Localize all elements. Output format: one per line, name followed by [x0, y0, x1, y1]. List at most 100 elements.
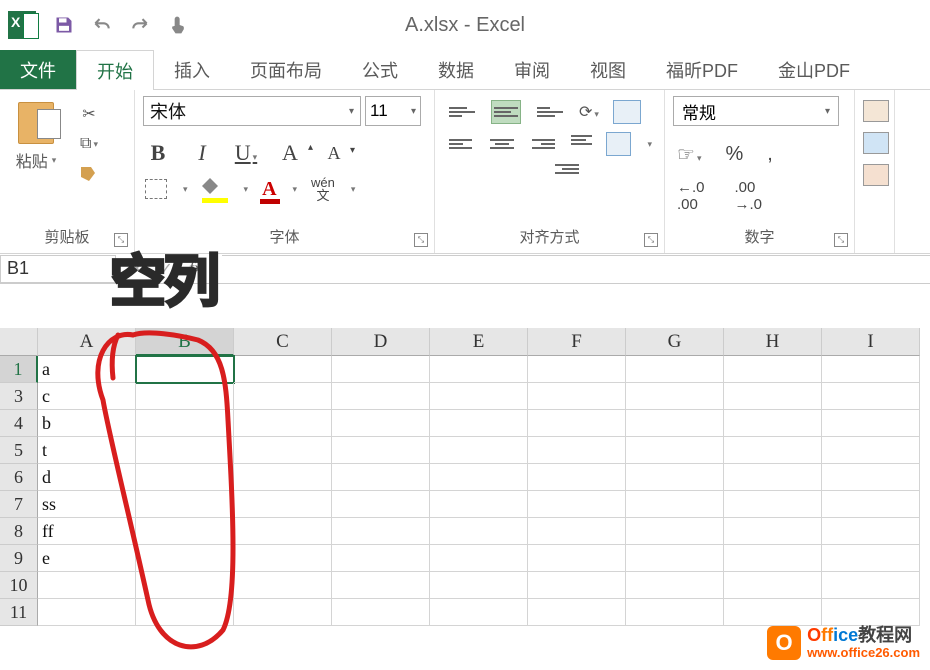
touch-mode-icon[interactable]	[168, 15, 188, 35]
col-header-E[interactable]: E	[430, 328, 528, 356]
cell[interactable]	[724, 545, 822, 572]
row-header[interactable]: 7	[0, 491, 38, 518]
cell[interactable]	[234, 437, 332, 464]
cell[interactable]	[234, 518, 332, 545]
row-header[interactable]: 4	[0, 410, 38, 437]
cell[interactable]	[430, 464, 528, 491]
col-header-B[interactable]: B	[136, 328, 234, 356]
fill-color-button[interactable]	[202, 178, 228, 200]
cell[interactable]: a	[38, 356, 136, 383]
col-header-I[interactable]: I	[822, 328, 920, 356]
cell[interactable]	[136, 572, 234, 599]
tab-formulas[interactable]: 公式	[342, 50, 418, 89]
row-header[interactable]: 1	[0, 356, 38, 383]
col-header-C[interactable]: C	[234, 328, 332, 356]
cell[interactable]: ff	[38, 518, 136, 545]
phonetic-guide-button[interactable]: wén文	[311, 176, 335, 202]
decrease-decimal-button[interactable]: .00→.0	[735, 179, 763, 213]
cell[interactable]	[234, 491, 332, 518]
cell[interactable]	[626, 545, 724, 572]
cell[interactable]	[430, 410, 528, 437]
col-header-G[interactable]: G	[626, 328, 724, 356]
bold-button[interactable]: B	[145, 140, 171, 166]
cell[interactable]	[822, 464, 920, 491]
cell[interactable]	[528, 383, 626, 410]
cell[interactable]	[430, 518, 528, 545]
cell[interactable]	[136, 464, 234, 491]
row-header[interactable]: 3	[0, 383, 38, 410]
cell[interactable]	[234, 383, 332, 410]
cell[interactable]	[822, 518, 920, 545]
cell[interactable]	[430, 437, 528, 464]
cell[interactable]	[38, 599, 136, 626]
tab-page-layout[interactable]: 页面布局	[230, 50, 342, 89]
cut-icon[interactable]: ✂	[78, 104, 100, 124]
font-dialog-launcher[interactable]: ⤡	[414, 233, 428, 247]
cell[interactable]	[332, 491, 430, 518]
cell[interactable]	[136, 437, 234, 464]
merge-center-button[interactable]	[606, 132, 631, 156]
number-format-dropdown[interactable]: 常规▾	[673, 96, 839, 126]
row-header[interactable]: 11	[0, 599, 38, 626]
select-all-corner[interactable]	[0, 328, 38, 356]
comma-style-button[interactable]: ,	[767, 143, 773, 166]
cell[interactable]	[724, 383, 822, 410]
cell[interactable]	[626, 572, 724, 599]
cell[interactable]	[234, 599, 332, 626]
cell[interactable]	[724, 599, 822, 626]
formula-input[interactable]	[222, 255, 930, 283]
cell[interactable]	[822, 383, 920, 410]
cell[interactable]	[332, 572, 430, 599]
cell[interactable]	[822, 545, 920, 572]
cell[interactable]	[626, 491, 724, 518]
col-header-D[interactable]: D	[332, 328, 430, 356]
cell[interactable]	[626, 410, 724, 437]
cell[interactable]	[528, 518, 626, 545]
font-name-dropdown[interactable]: 宋体▾	[143, 96, 361, 126]
name-box[interactable]: B1	[0, 255, 116, 283]
cell[interactable]	[136, 599, 234, 626]
align-center-button[interactable]	[488, 132, 515, 156]
cell[interactable]: b	[38, 410, 136, 437]
cell[interactable]	[724, 356, 822, 383]
undo-icon[interactable]	[92, 15, 112, 35]
col-header-H[interactable]: H	[724, 328, 822, 356]
row-header[interactable]: 6	[0, 464, 38, 491]
cell[interactable]	[234, 410, 332, 437]
cell[interactable]	[724, 410, 822, 437]
cell[interactable]: d	[38, 464, 136, 491]
cell[interactable]	[724, 437, 822, 464]
tab-foxit-pdf[interactable]: 福昕PDF	[646, 50, 758, 89]
cell[interactable]	[626, 356, 724, 383]
decrease-indent-button[interactable]	[571, 135, 592, 153]
format-painter-icon[interactable]	[78, 164, 100, 184]
cell[interactable]	[822, 356, 920, 383]
cell[interactable]	[234, 356, 332, 383]
cell[interactable]	[136, 545, 234, 572]
cell[interactable]	[332, 437, 430, 464]
cell[interactable]	[234, 545, 332, 572]
tab-review[interactable]: 审阅	[494, 50, 570, 89]
italic-button[interactable]: I	[189, 140, 215, 166]
cell[interactable]	[822, 491, 920, 518]
cell[interactable]	[136, 383, 234, 410]
cell[interactable]	[430, 383, 528, 410]
cell[interactable]: c	[38, 383, 136, 410]
cell[interactable]	[626, 599, 724, 626]
cell[interactable]	[332, 356, 430, 383]
cell[interactable]	[528, 437, 626, 464]
tab-home[interactable]: 开始	[76, 50, 154, 90]
cell[interactable]	[626, 437, 724, 464]
cell[interactable]	[332, 518, 430, 545]
align-right-button[interactable]	[530, 132, 557, 156]
grow-font-button[interactable]: A	[277, 140, 303, 166]
accounting-format-button[interactable]: ☞▾	[677, 142, 701, 167]
row-header[interactable]: 5	[0, 437, 38, 464]
cell[interactable]	[724, 464, 822, 491]
font-color-button[interactable]: A	[262, 178, 276, 201]
cell[interactable]	[724, 491, 822, 518]
number-dialog-launcher[interactable]: ⤡	[834, 233, 848, 247]
cell[interactable]	[626, 464, 724, 491]
percent-style-button[interactable]: %	[725, 143, 743, 166]
format-table-icon[interactable]	[863, 132, 889, 154]
